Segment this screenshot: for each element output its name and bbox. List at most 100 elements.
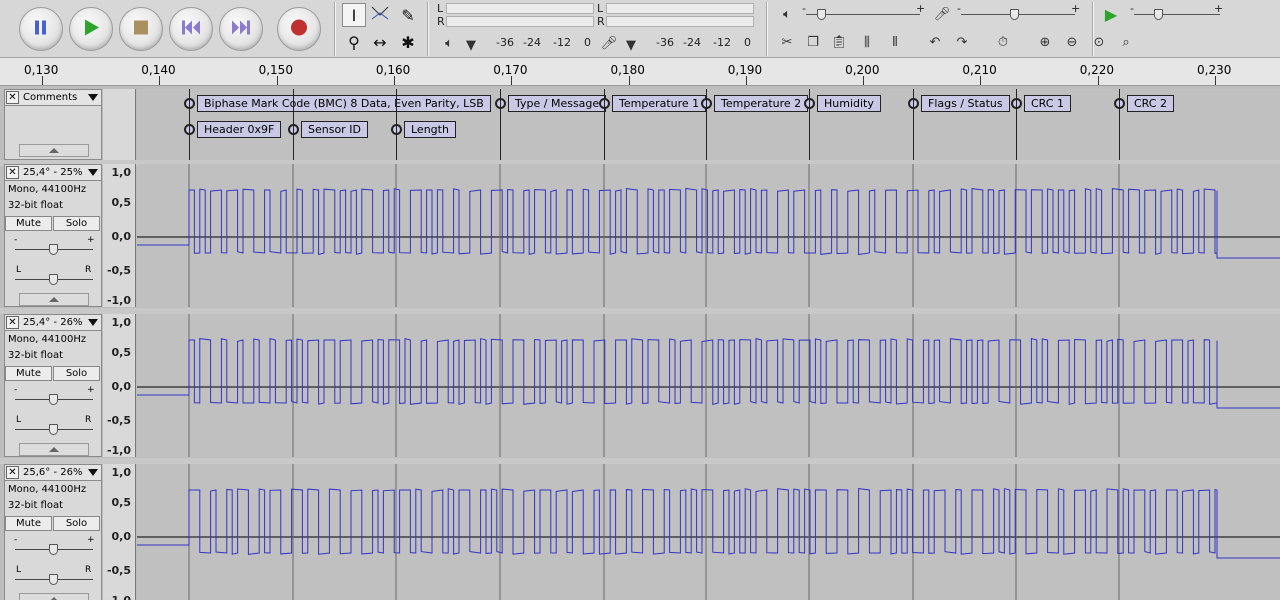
skip-to-end-button[interactable] bbox=[219, 7, 263, 51]
microphone-icon[interactable]: 🎤︎ bbox=[598, 32, 620, 54]
timeline-ruler[interactable]: 0,130 0,140 0,150 0,160 0,170 0,180 0,190 0,200… bbox=[0, 58, 1280, 86]
ruler-tick-label: 0,150 bbox=[258, 63, 293, 77]
multi-tool[interactable]: ✱ bbox=[396, 30, 420, 54]
pause-button[interactable] bbox=[19, 7, 63, 51]
playback-volume-thumb[interactable] bbox=[817, 9, 826, 20]
record-button[interactable] bbox=[277, 7, 321, 51]
gain-slider-thumb[interactable] bbox=[49, 244, 58, 255]
ruler-tick-mark bbox=[159, 76, 161, 85]
selection-tool-icon: I bbox=[351, 5, 357, 25]
chevron-down-icon[interactable] bbox=[88, 94, 98, 101]
solo-button[interactable]: Solo bbox=[53, 366, 100, 381]
close-track-button[interactable]: ✕ bbox=[6, 91, 19, 104]
input-meter-r-bar[interactable] bbox=[606, 16, 754, 27]
track-name[interactable]: 25,6° - 26% bbox=[23, 467, 82, 478]
gain-slider-thumb[interactable] bbox=[49, 544, 58, 555]
zoom-tool[interactable]: ⚲ bbox=[342, 30, 366, 54]
envelope-tool[interactable] bbox=[368, 3, 392, 27]
pan-slider-thumb[interactable] bbox=[49, 574, 58, 585]
close-track-button[interactable]: ✕ bbox=[6, 166, 19, 179]
ruler-tick-label: 0,200 bbox=[845, 63, 880, 77]
pan-slider-thumb[interactable] bbox=[49, 274, 58, 285]
draw-tool[interactable]: ✎ bbox=[396, 3, 420, 27]
amplitude-tick: 0,0 bbox=[111, 380, 132, 393]
gain-slider-thumb[interactable] bbox=[49, 394, 58, 405]
label-text-box[interactable]: Biphase Mark Code (BMC) 8 Data, Even Par… bbox=[197, 95, 491, 112]
close-track-button[interactable]: ✕ bbox=[6, 316, 19, 329]
label-track-area[interactable]: Biphase Mark Code (BMC) 8 Data, Even Par… bbox=[137, 89, 1280, 160]
gain-plus: + bbox=[87, 535, 95, 545]
output-meter-r-bar[interactable] bbox=[446, 16, 594, 27]
envelope-tool-icon bbox=[370, 3, 390, 27]
waveform-area[interactable] bbox=[137, 464, 1280, 600]
label-text-box[interactable]: Length bbox=[404, 121, 456, 138]
mute-button[interactable]: Mute bbox=[5, 216, 52, 231]
silence-audio-icon[interactable]: ⫴ bbox=[884, 31, 906, 53]
ruler-tick-mark bbox=[511, 76, 513, 85]
input-meter-l-bar[interactable] bbox=[606, 3, 754, 14]
label-text-box[interactable]: Temperature 2 bbox=[714, 95, 809, 112]
stop-button[interactable] bbox=[119, 7, 163, 51]
selection-tool[interactable]: I bbox=[342, 3, 366, 27]
collapse-track-button[interactable] bbox=[19, 293, 89, 306]
label-text-box[interactable]: CRC 1 bbox=[1024, 95, 1071, 112]
zoom-out-icon[interactable]: ⊖ bbox=[1061, 31, 1083, 53]
fit-project-icon[interactable]: ⌕ bbox=[1115, 31, 1137, 53]
recording-volume-thumb[interactable] bbox=[1010, 9, 1019, 20]
skip-to-start-button[interactable] bbox=[169, 7, 213, 51]
timeshift-tool[interactable]: ↔ bbox=[368, 30, 392, 54]
mute-button[interactable]: Mute bbox=[5, 366, 52, 381]
label-text-box[interactable]: Type / Message bbox=[508, 95, 607, 112]
trim-audio-icon[interactable]: ⫼ bbox=[856, 31, 878, 53]
collapse-track-button[interactable] bbox=[19, 593, 89, 600]
waveform-area[interactable] bbox=[137, 164, 1280, 307]
output-meter-l-bar[interactable] bbox=[446, 3, 594, 14]
redo-icon[interactable]: ↷ bbox=[951, 31, 973, 53]
cut-icon[interactable]: ✂ bbox=[776, 31, 798, 53]
slider-plus: + bbox=[916, 2, 926, 15]
chevron-down-icon[interactable] bbox=[88, 319, 98, 326]
undo-icon[interactable]: ↶ bbox=[924, 31, 946, 53]
pan-slider-thumb[interactable] bbox=[49, 424, 58, 435]
label-text-box[interactable]: Sensor ID bbox=[301, 121, 368, 138]
track-name[interactable]: 25,4° - 25% bbox=[23, 167, 82, 178]
track-name[interactable]: 25,4° - 26% bbox=[23, 317, 82, 328]
label-text-box[interactable]: Temperature 1 bbox=[612, 95, 707, 112]
label-text-box[interactable]: Flags / Status bbox=[921, 95, 1010, 112]
speaker-icon[interactable]: 🔈︎ bbox=[438, 32, 460, 54]
chevron-down-icon[interactable] bbox=[88, 469, 98, 476]
solo-button[interactable]: Solo bbox=[53, 216, 100, 231]
label-boundary-line bbox=[293, 89, 294, 160]
fit-selection-icon[interactable]: ⊙ bbox=[1088, 31, 1110, 53]
mute-button[interactable]: Mute bbox=[5, 516, 52, 531]
close-track-button[interactable]: ✕ bbox=[6, 466, 19, 479]
ruler-tick-label: 0,190 bbox=[727, 63, 763, 77]
meter-scale-tick: 0 bbox=[744, 36, 751, 49]
input-meter-r: R bbox=[597, 15, 605, 28]
play-button[interactable] bbox=[69, 7, 113, 51]
play-speed-slider[interactable] bbox=[1134, 14, 1220, 15]
amplitude-tick: 0,0 bbox=[111, 230, 132, 243]
paste-icon[interactable]: 📋︎ bbox=[828, 31, 850, 53]
label-text-box[interactable]: Header 0x9F bbox=[197, 121, 282, 138]
chevron-down-icon[interactable]: ▼ bbox=[620, 34, 642, 56]
solo-button[interactable]: Solo bbox=[53, 516, 100, 531]
play-speed-thumb[interactable] bbox=[1154, 9, 1163, 20]
audacity-window: I ✎ ⚲ ↔ ✱ L R L R 🔈︎ ▼ -36 -24 -12 0 🎤︎ … bbox=[0, 0, 1280, 600]
waveform-area[interactable] bbox=[137, 314, 1280, 457]
sync-lock-icon[interactable]: ⏱ bbox=[992, 31, 1014, 53]
track-bit-depth: 32-bit float bbox=[8, 200, 64, 211]
label-text-box[interactable]: CRC 2 bbox=[1127, 95, 1174, 112]
skip-end-icon bbox=[232, 20, 250, 38]
track-bit-depth: 32-bit float bbox=[8, 350, 64, 361]
pan-left: L bbox=[16, 415, 22, 425]
label-text-box[interactable]: Humidity bbox=[817, 95, 881, 112]
ruler-tick-mark bbox=[863, 76, 865, 85]
zoom-in-icon[interactable]: ⊕ bbox=[1034, 31, 1056, 53]
chevron-down-icon[interactable]: ▼ bbox=[460, 34, 482, 56]
collapse-track-button[interactable] bbox=[19, 144, 89, 157]
chevron-down-icon[interactable] bbox=[88, 169, 98, 176]
copy-icon[interactable]: ❐ bbox=[802, 31, 824, 53]
collapse-track-button[interactable] bbox=[19, 443, 89, 456]
play-at-speed-icon[interactable]: ▶ bbox=[1100, 3, 1122, 25]
